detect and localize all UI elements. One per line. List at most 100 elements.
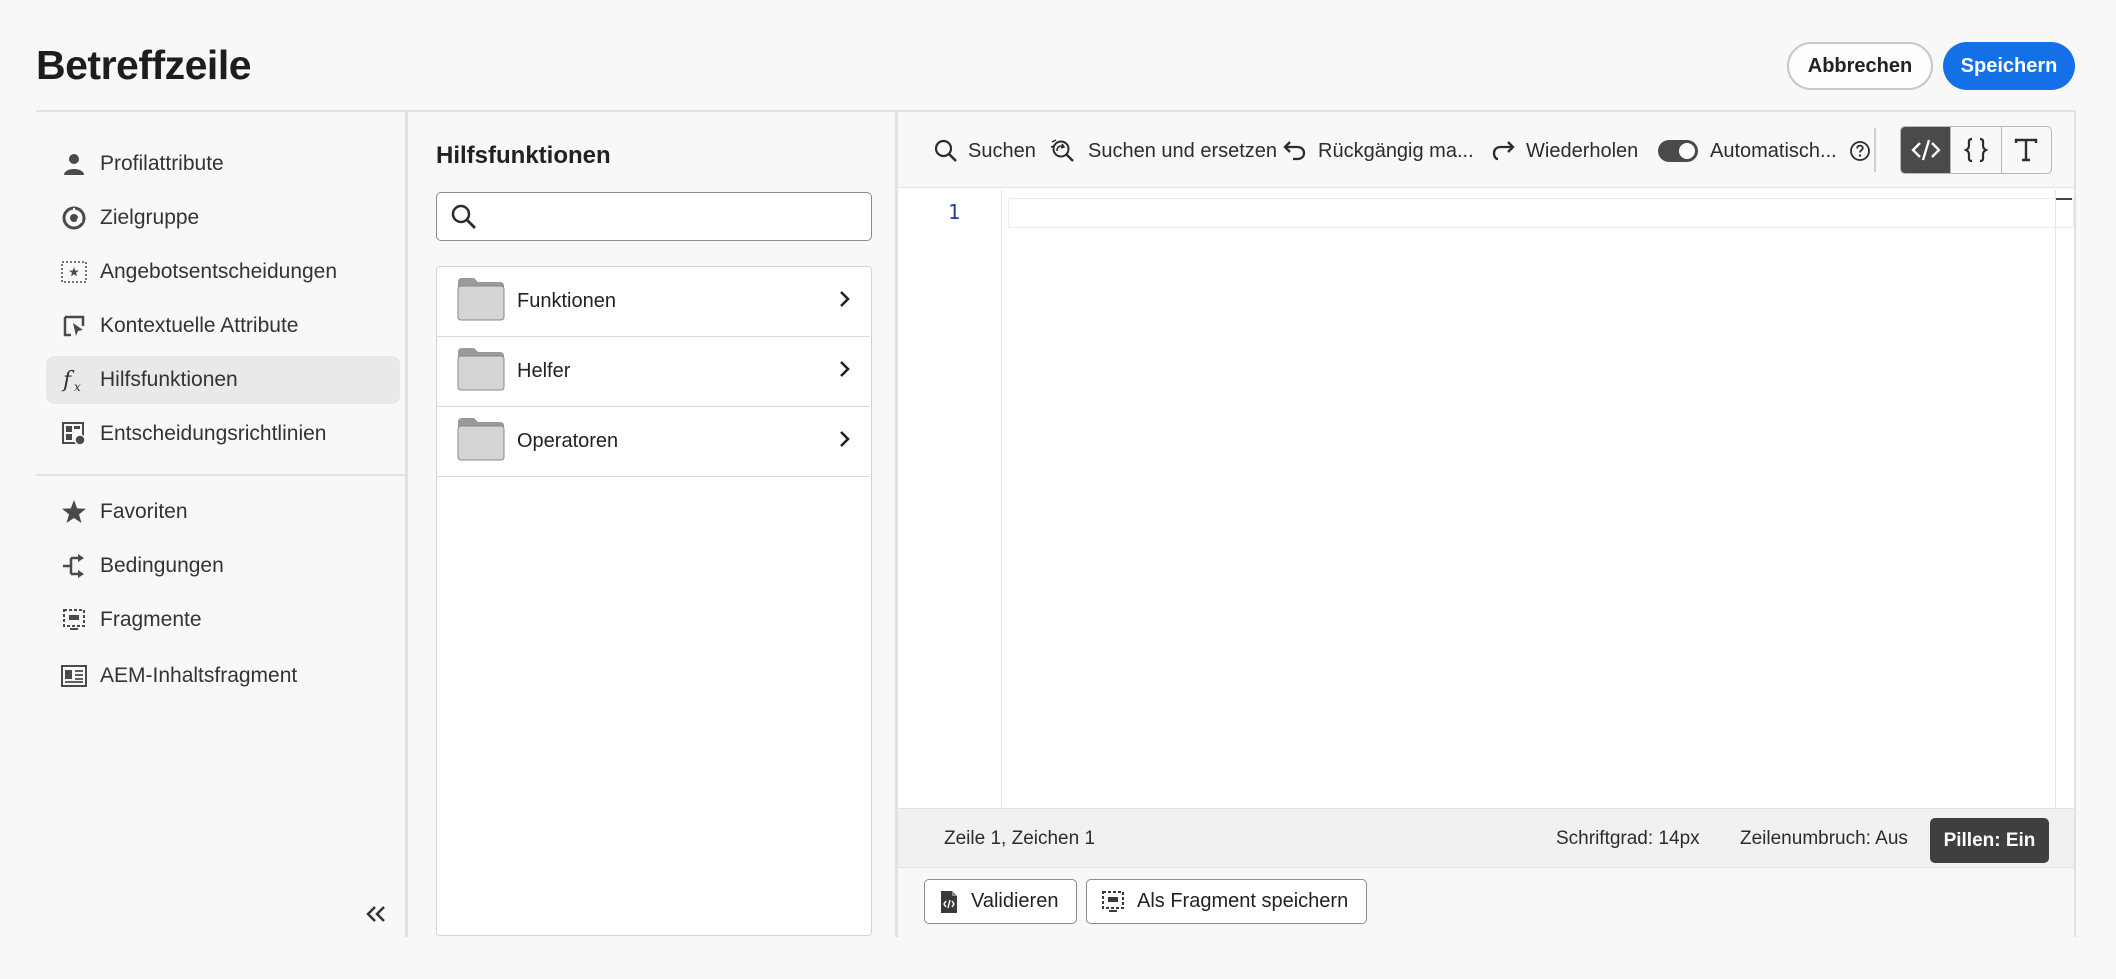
chevron-right-icon: [838, 429, 852, 454]
sidebar-item-hilfsfunktionen[interactable]: fx Hilfsfunktionen: [46, 356, 400, 404]
search-icon: [451, 204, 477, 235]
text-mode-button[interactable]: [2002, 127, 2051, 173]
double-chevron-left-icon: [366, 906, 385, 922]
toolbar-divider: [1874, 128, 1876, 172]
font-size-button[interactable]: Schriftgrad: 14px: [1556, 828, 1700, 850]
sidebar-item-favoriten[interactable]: Favoriten: [46, 488, 400, 536]
toggle-switch[interactable]: [1658, 140, 1698, 162]
sidebar-item-label: Fragmente: [100, 608, 202, 631]
scrollbar-track[interactable]: [2054, 190, 2056, 808]
code-mode-button[interactable]: [1901, 127, 1952, 173]
current-line-highlight: [1008, 198, 2074, 228]
help-icon[interactable]: [1849, 140, 1871, 162]
sidebar-item-label: Entscheidungsrichtlinien: [100, 422, 327, 445]
sidebar-item-label: Angebotsentscheidungen: [100, 260, 338, 283]
sidebar-item-aem-inhaltsfragment[interactable]: AEM-Inhaltsfragment: [46, 652, 400, 700]
header: Betreffzeile Abbrechen Speichern: [0, 0, 2116, 112]
editor-mode-switch: [1900, 126, 2052, 174]
line-wrap-button[interactable]: Zeilenumbruch: Aus: [1740, 828, 1908, 850]
folder-row-helfer[interactable]: Helfer: [437, 337, 870, 407]
folder-label: Funktionen: [517, 290, 616, 312]
folder-icon: [457, 277, 505, 326]
helpers-panel: Hilfsfunktionen Funktionen Helfer Operat…: [408, 112, 898, 937]
chevron-right-icon: [838, 359, 852, 384]
undo-label: Rückgängig ma...: [1318, 139, 1474, 162]
line-number: 1: [948, 200, 961, 224]
scroll-marker: [2056, 198, 2072, 200]
braces-icon: [1963, 137, 1989, 163]
sidebar-item-label: Profilattribute: [100, 152, 224, 175]
pills-toggle-button[interactable]: Pillen: Ein: [1930, 818, 2049, 863]
auto-label: Automatisch...: [1710, 139, 1837, 162]
conditions-icon: [60, 552, 88, 580]
folder-row-funktionen[interactable]: Funktionen: [437, 267, 870, 337]
sidebar-item-kontextuelle-attribute[interactable]: Kontextuelle Attribute: [46, 302, 400, 350]
folder-row-operatoren[interactable]: Operatoren: [437, 407, 870, 477]
sidebar: Profilattribute Zielgruppe Angebotsentsc…: [36, 112, 408, 937]
validate-button[interactable]: Validieren: [924, 879, 1078, 924]
chevron-right-icon: [838, 289, 852, 314]
collapse-sidebar-button[interactable]: [358, 896, 394, 932]
sidebar-item-entscheidungsrichtlinien[interactable]: Entscheidungsrichtlinien: [46, 410, 400, 458]
folder-icon: [457, 417, 505, 466]
sidebar-item-zielgruppe[interactable]: Zielgruppe: [46, 194, 400, 242]
undo-button[interactable]: Rückgängig ma...: [1282, 134, 1474, 168]
contextual-attribute-icon: [60, 312, 88, 340]
search-label: Suchen: [968, 139, 1036, 162]
save-as-fragment-button[interactable]: Als Fragment speichern: [1086, 879, 1368, 924]
search-replace-icon: [1050, 138, 1078, 164]
search-button[interactable]: Suchen: [934, 134, 1036, 168]
function-icon: fx: [60, 366, 88, 394]
sidebar-item-bedingungen[interactable]: Bedingungen: [46, 542, 400, 590]
validate-label: Validieren: [971, 890, 1059, 912]
sidebar-item-angebotsentscheidungen[interactable]: Angebotsentscheidungen: [46, 248, 400, 296]
helpers-tree: Funktionen Helfer Operatoren: [436, 266, 872, 936]
decision-policy-icon: [60, 420, 88, 448]
sidebar-item-label: Kontextuelle Attribute: [100, 314, 299, 337]
line-gutter: 1: [898, 190, 1002, 808]
json-mode-button[interactable]: [1951, 127, 2002, 173]
fragment-icon: [1101, 890, 1125, 914]
redo-icon: [1490, 140, 1516, 162]
sidebar-item-label: AEM-Inhaltsfragment: [100, 664, 298, 687]
search-icon: [934, 139, 958, 163]
auto-toggle[interactable]: Automatisch...: [1658, 134, 1881, 168]
sidebar-item-label: Favoriten: [100, 500, 188, 523]
folder-label: Helfer: [517, 360, 571, 382]
search-replace-button[interactable]: Suchen und ersetzen: [1050, 134, 1277, 168]
svg-text:f: f: [61, 368, 75, 393]
helpers-title: Hilfsfunktionen: [436, 142, 611, 169]
save-button[interactable]: Speichern: [1943, 42, 2075, 90]
validate-icon: [939, 890, 959, 914]
cancel-button[interactable]: Abbrechen: [1787, 42, 1933, 90]
offer-decision-icon: [60, 258, 88, 286]
page-title: Betreffzeile: [36, 42, 252, 88]
folder-icon: [457, 347, 505, 396]
sidebar-item-fragmente[interactable]: Fragmente: [46, 596, 400, 644]
redo-label: Wiederholen: [1526, 139, 1639, 162]
sidebar-item-label: Bedingungen: [100, 554, 224, 577]
redo-button[interactable]: Wiederholen: [1490, 134, 1638, 168]
editor-actions: Validieren Als Fragment speichern: [898, 868, 2074, 937]
sidebar-item-label: Zielgruppe: [100, 206, 200, 229]
text-icon: [2015, 138, 2038, 162]
code-icon: [1911, 139, 1941, 161]
helpers-search[interactable]: [436, 192, 872, 241]
save-as-fragment-label: Als Fragment speichern: [1137, 890, 1349, 912]
sidebar-item-profilattribute[interactable]: Profilattribute: [46, 140, 400, 188]
search-replace-label: Suchen und ersetzen: [1088, 139, 1278, 162]
audience-icon: [60, 204, 88, 232]
editor-toolbar: Suchen Suchen und ersetzen Rückgängig ma…: [898, 112, 2074, 188]
star-icon: [60, 498, 88, 526]
sidebar-item-label: Hilfsfunktionen: [100, 368, 238, 391]
fragment-icon: [60, 606, 88, 634]
svg-text:x: x: [74, 380, 81, 393]
search-input[interactable]: [487, 201, 857, 231]
user-icon: [60, 150, 88, 178]
folder-label: Operatoren: [517, 430, 619, 452]
cursor-position: Zeile 1, Zeichen 1: [944, 828, 1096, 849]
sidebar-divider: [36, 474, 408, 476]
status-bar: Zeile 1, Zeichen 1 Schriftgrad: 14px Zei…: [898, 808, 2074, 868]
code-area[interactable]: 1: [898, 190, 2074, 808]
undo-icon: [1282, 140, 1308, 162]
